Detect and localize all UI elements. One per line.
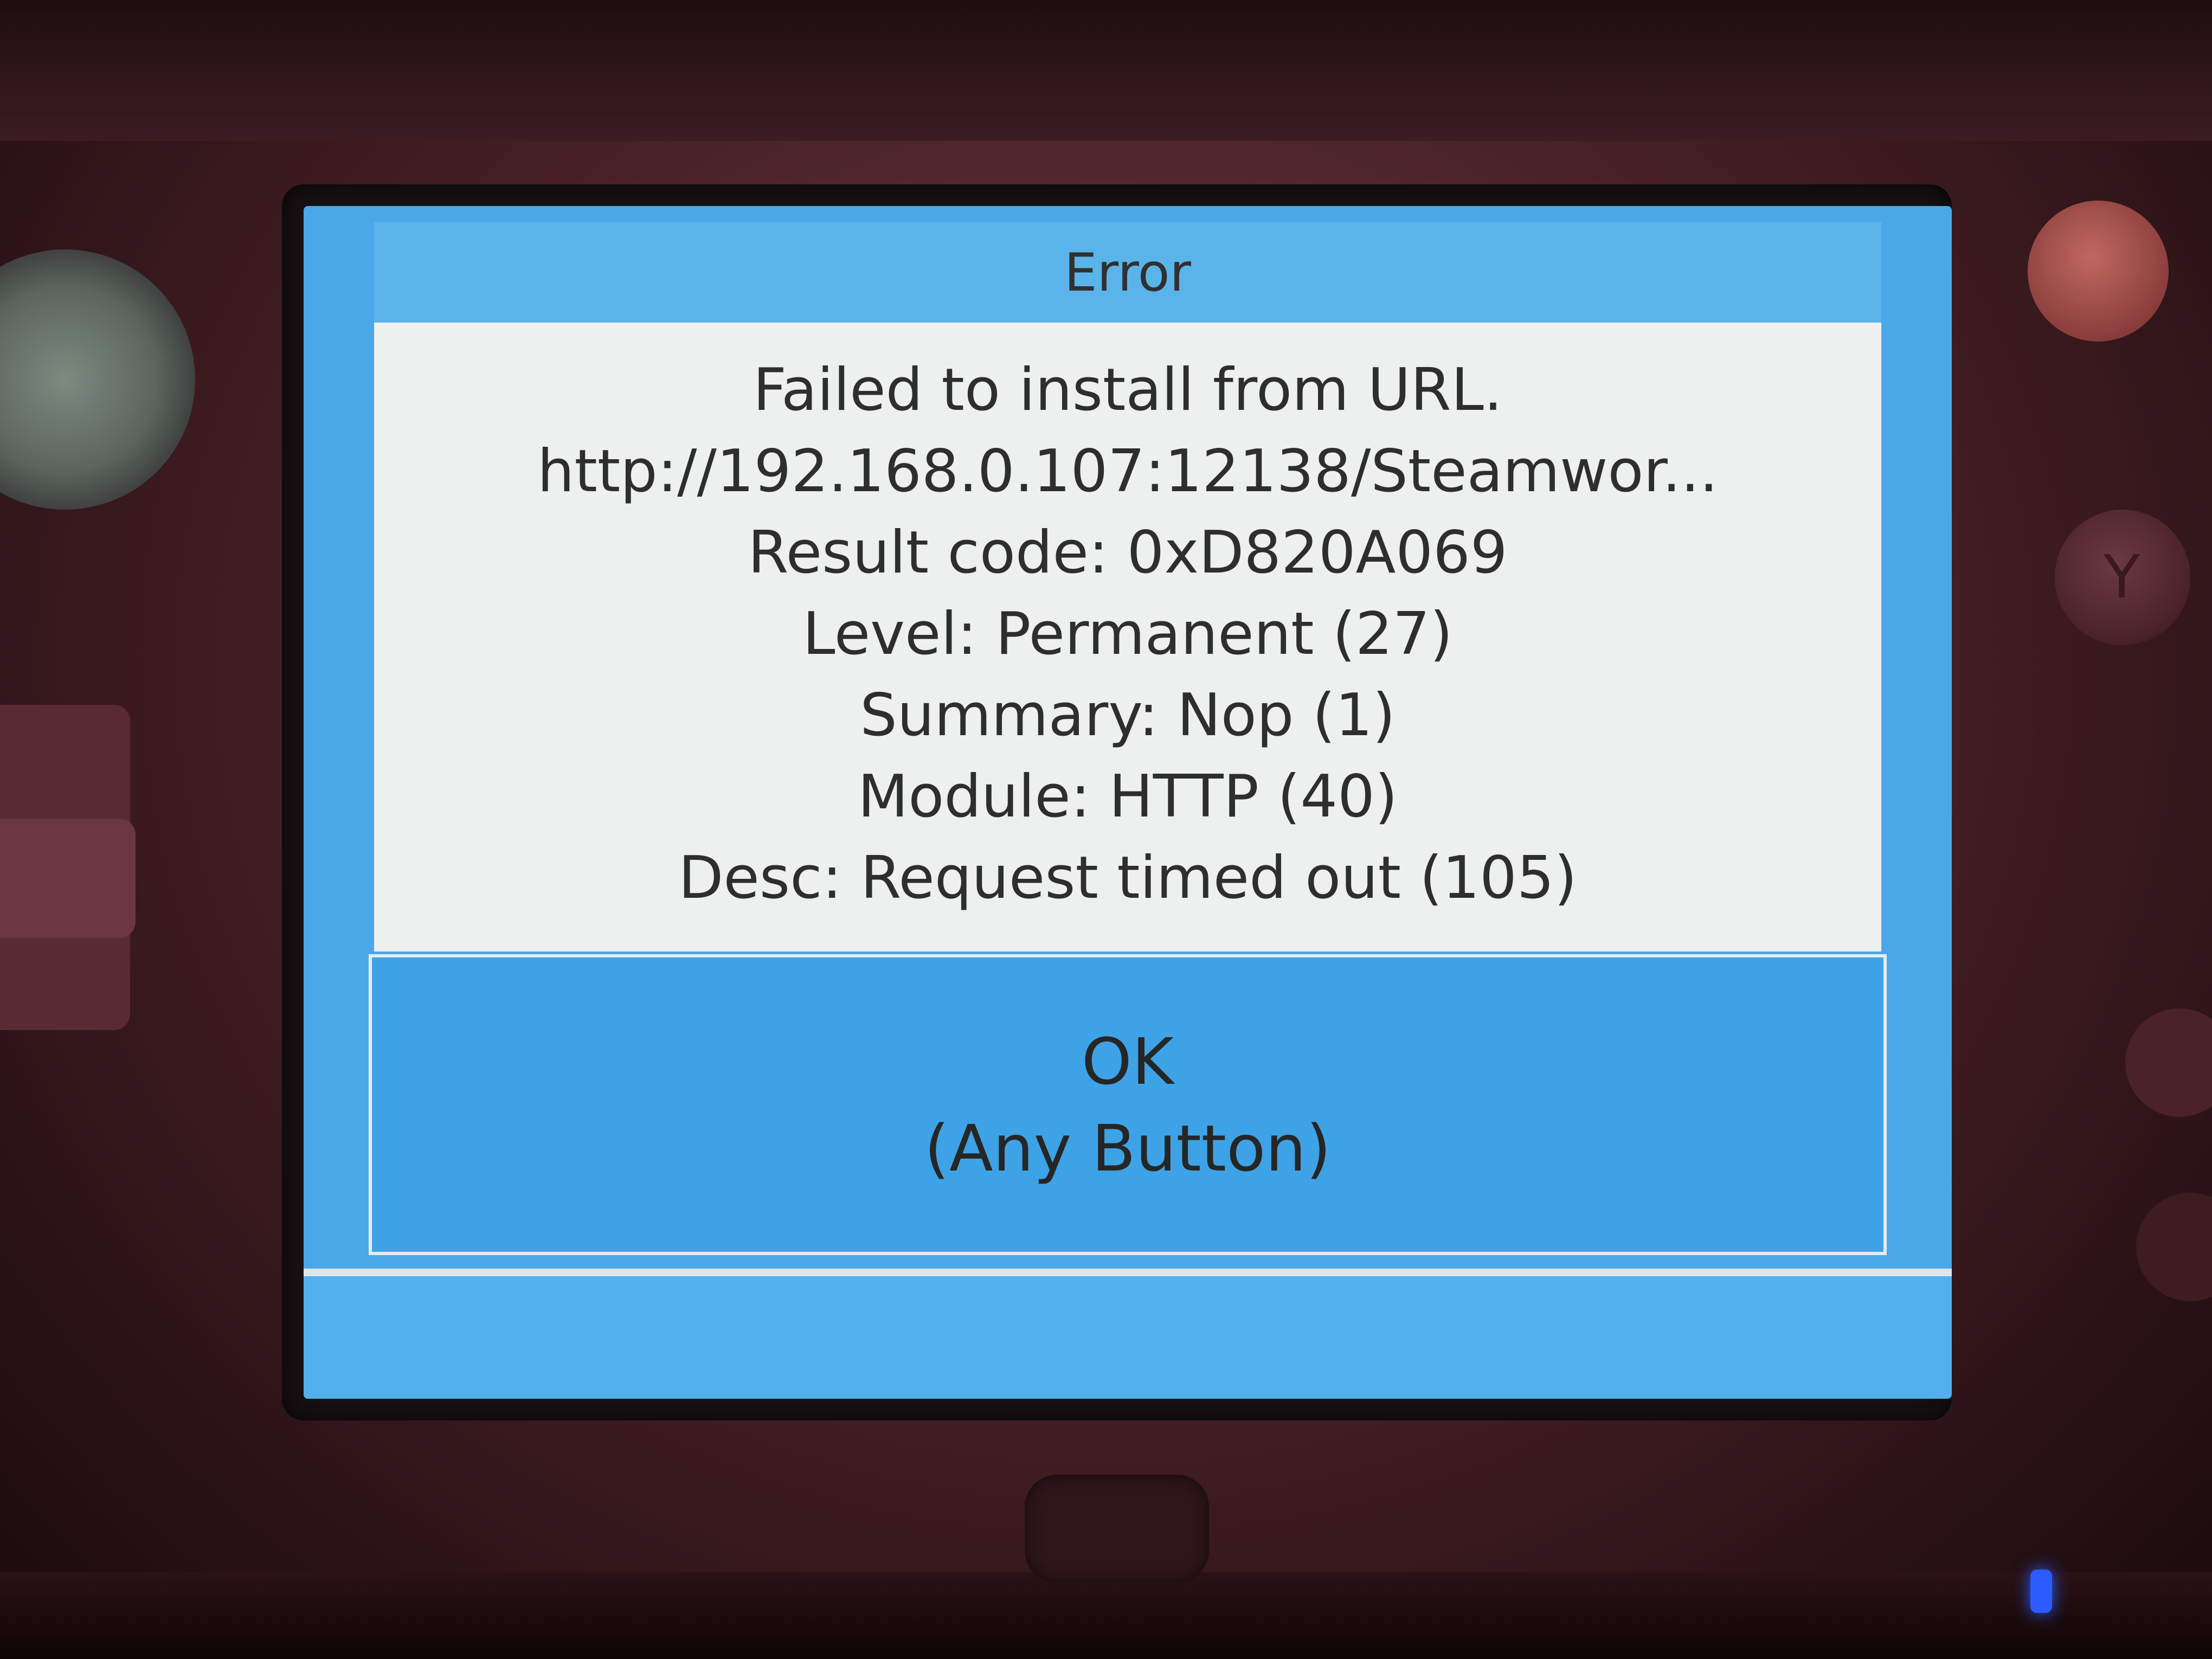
home-button[interactable] <box>1025 1475 1209 1583</box>
circle-pad[interactable] <box>0 249 195 510</box>
ok-button-label: OK <box>1081 1024 1174 1099</box>
message-line-result-code: Result code: 0xD820A069 <box>748 519 1508 587</box>
x-button[interactable] <box>2028 201 2169 342</box>
y-button-label: Y <box>2104 542 2140 612</box>
screen: Error Failed to install from URL. http:/… <box>304 206 1952 1399</box>
dialog-title: Error <box>1064 242 1191 303</box>
bottom-strip <box>304 1269 1952 1399</box>
ok-button[interactable]: OK (Any Button) <box>369 954 1887 1255</box>
ok-button-hint: (Any Button) <box>924 1110 1332 1186</box>
a-button[interactable] <box>2125 1008 2212 1117</box>
b-button[interactable] <box>2136 1193 2212 1301</box>
message-line-failed: Failed to install from URL. <box>753 356 1503 424</box>
console-body: Y Error Failed to install from URL. http… <box>0 0 2212 1659</box>
message-line-desc: Desc: Request timed out (105) <box>678 844 1577 912</box>
dialog-title-bar: Error <box>374 222 1881 323</box>
power-led-icon <box>2030 1570 2052 1613</box>
message-line-url: http://192.168.0.107:12138/Steamwor... <box>537 438 1718 505</box>
message-line-level: Level: Permanent (27) <box>802 600 1453 668</box>
dpad-cross[interactable] <box>0 819 136 938</box>
console-top-edge <box>0 0 2212 141</box>
console-bottom-edge <box>0 1572 2212 1659</box>
message-line-module: Module: HTTP (40) <box>858 763 1398 831</box>
error-message: Failed to install from URL. http://192.1… <box>374 323 1881 951</box>
message-line-summary: Summary: Nop (1) <box>860 681 1396 749</box>
